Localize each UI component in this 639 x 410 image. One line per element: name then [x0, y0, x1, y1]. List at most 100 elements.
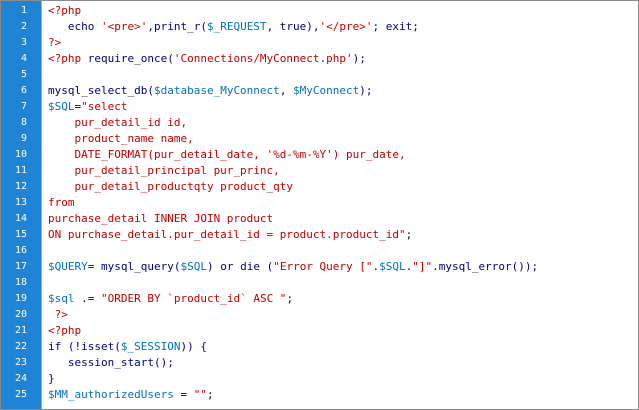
- line-number: 10: [14, 149, 27, 160]
- code-text: ?>: [48, 307, 68, 323]
- code-text: $sql .= "ORDER BY `product_id` ASC ";: [48, 291, 293, 307]
- code-text: <?php: [48, 3, 81, 19]
- code-text: $SQL="select: [48, 99, 127, 115]
- code-text: pur_detail_principal pur_princ,: [48, 163, 280, 179]
- code-token: $MyConnect: [293, 84, 360, 97]
- code-token: }: [48, 372, 55, 385]
- code-token: ; exit;: [372, 20, 419, 33]
- code-token: ;: [405, 228, 413, 241]
- code-token: $database_MyConnect: [153, 84, 280, 97]
- code-text: purchase_detail INNER JOIN product: [48, 211, 273, 227]
- code-lines: 1 <?php 2 echo '<pre>',print_r($_REQUEST, …: [1, 3, 638, 403]
- code-line[interactable]: 3 ?>: [1, 35, 638, 51]
- code-line[interactable]: 17 $QUERY= mysql_query($SQL) or die ("Err…: [1, 259, 638, 275]
- line-number: 7: [20, 101, 27, 112]
- line-number: 8: [20, 117, 27, 128]
- code-text: DATE_FORMAT(pur_detail_date, '%d-%m-%Y')…: [48, 147, 405, 163]
- code-line[interactable]: 22 if (!isset($_SESSION)) {: [1, 339, 638, 355]
- code-text: if (!isset($_SESSION)) {: [48, 339, 207, 355]
- line-number: 21: [14, 325, 27, 336]
- code-line[interactable]: 18: [1, 275, 638, 291]
- code-token: $MM_authorizedUsers: [48, 388, 174, 401]
- code-token: .=: [74, 292, 101, 305]
- code-line[interactable]: 2 echo '<pre>',print_r($_REQUEST, true),…: [1, 19, 638, 35]
- code-line[interactable]: 21 <?php: [1, 323, 638, 339]
- code-token: ,: [279, 84, 294, 97]
- code-token: ?>: [48, 36, 62, 49]
- code-line[interactable]: 12 pur_detail_productqty product_qty: [1, 179, 638, 195]
- code-token: <?php: [48, 4, 82, 17]
- code-text: from: [48, 195, 75, 211]
- code-token: , true),: [266, 20, 320, 33]
- code-line[interactable]: 14 purchase_detail INNER JOIN product: [1, 211, 638, 227]
- line-number: 4: [20, 53, 27, 64]
- code-token: "]": [412, 260, 433, 273]
- code-line[interactable]: 16: [1, 243, 638, 259]
- code-line[interactable]: 25 $MM_authorizedUsers = "";: [1, 387, 638, 403]
- code-token: require_once(: [81, 52, 174, 65]
- code-text: <?php require_once('Connections/MyConnec…: [48, 51, 366, 67]
- code-line[interactable]: 9 product_name name,: [1, 131, 638, 147]
- code-token: if (!isset(: [48, 340, 121, 353]
- code-line[interactable]: 24}: [1, 371, 638, 387]
- code-token: $SQL: [379, 260, 406, 273]
- code-line[interactable]: 7 $SQL="select: [1, 99, 638, 115]
- code-token: <?php: [48, 52, 82, 65]
- code-text: $QUERY= mysql_query($SQL) or die ("Error…: [48, 259, 538, 275]
- line-number: 24: [14, 373, 27, 384]
- code-line[interactable]: 20 ?>: [1, 307, 638, 323]
- code-token: ;: [206, 388, 214, 401]
- line-number: 22: [14, 341, 27, 352]
- code-text: }: [48, 371, 55, 387]
- code-token: ON purchase_detail.pur_detail_id = produ…: [48, 228, 406, 241]
- code-text: ON purchase_detail.pur_detail_id = produ…: [48, 227, 412, 243]
- line-number: 5: [20, 69, 27, 80]
- code-line[interactable]: 1 <?php: [1, 3, 638, 19]
- code-token: )) {: [180, 340, 207, 353]
- code-editor[interactable]: 1 <?php 2 echo '<pre>',print_r($_REQUEST, …: [0, 0, 639, 410]
- code-line[interactable]: 4 <?php require_once('Connections/MyConne…: [1, 51, 638, 67]
- code-token: =: [173, 388, 194, 401]
- code-token: $SQL: [48, 100, 75, 113]
- code-line[interactable]: 19 $sql .= "ORDER BY `product_id` ASC ";: [1, 291, 638, 307]
- code-text: product_name name,: [48, 131, 194, 147]
- code-token: ;: [286, 292, 294, 305]
- line-number: 1: [20, 5, 27, 16]
- code-token: );: [352, 52, 366, 65]
- code-token: purchase_detail INNER JOIN product: [48, 212, 274, 225]
- line-number: 3: [20, 37, 27, 48]
- code-line[interactable]: 5: [1, 67, 638, 83]
- line-number: 11: [14, 165, 27, 176]
- line-number: 20: [14, 309, 27, 320]
- line-number: 19: [14, 293, 27, 304]
- code-text: ?>: [48, 35, 61, 51]
- code-token: .mysql_error());: [432, 260, 539, 273]
- code-text: pur_detail_id id,: [48, 115, 187, 131]
- code-line[interactable]: 8 pur_detail_id id,: [1, 115, 638, 131]
- code-token: ) or die (: [206, 260, 274, 273]
- code-token: );: [359, 84, 373, 97]
- code-token: pur_detail_id id,: [48, 116, 188, 129]
- code-token: ,print_r(: [147, 20, 207, 33]
- code-token: $QUERY: [48, 260, 88, 273]
- line-number: 25: [14, 389, 27, 400]
- line-number: 14: [14, 213, 27, 224]
- code-token: product_name name,: [48, 132, 194, 145]
- code-text: session_start();: [48, 355, 174, 371]
- code-token: pur_detail_productqty product_qty: [48, 180, 294, 193]
- line-number: 2: [20, 21, 27, 32]
- code-line[interactable]: 23 session_start();: [1, 355, 638, 371]
- code-token: '</pre>': [319, 20, 373, 33]
- code-line[interactable]: 11 pur_detail_principal pur_princ,: [1, 163, 638, 179]
- code-token: from: [48, 196, 75, 209]
- code-token: '<pre>': [100, 20, 148, 33]
- code-token: "select: [81, 100, 128, 113]
- code-text: $MM_authorizedUsers = "";: [48, 387, 214, 403]
- code-line[interactable]: 13 from: [1, 195, 638, 211]
- code-line[interactable]: 6 mysql_select_db($database_MyConnect, $M…: [1, 83, 638, 99]
- code-line[interactable]: 10 DATE_FORMAT(pur_detail_date, '%d-%m-%…: [1, 147, 638, 163]
- code-token: pur_detail_principal pur_princ,: [48, 164, 280, 177]
- code-token: $_REQUEST: [206, 20, 267, 33]
- code-token: 'Connections/MyConnect.php': [173, 52, 353, 65]
- code-line[interactable]: 15 ON purchase_detail.pur_detail_id = pro…: [1, 227, 638, 243]
